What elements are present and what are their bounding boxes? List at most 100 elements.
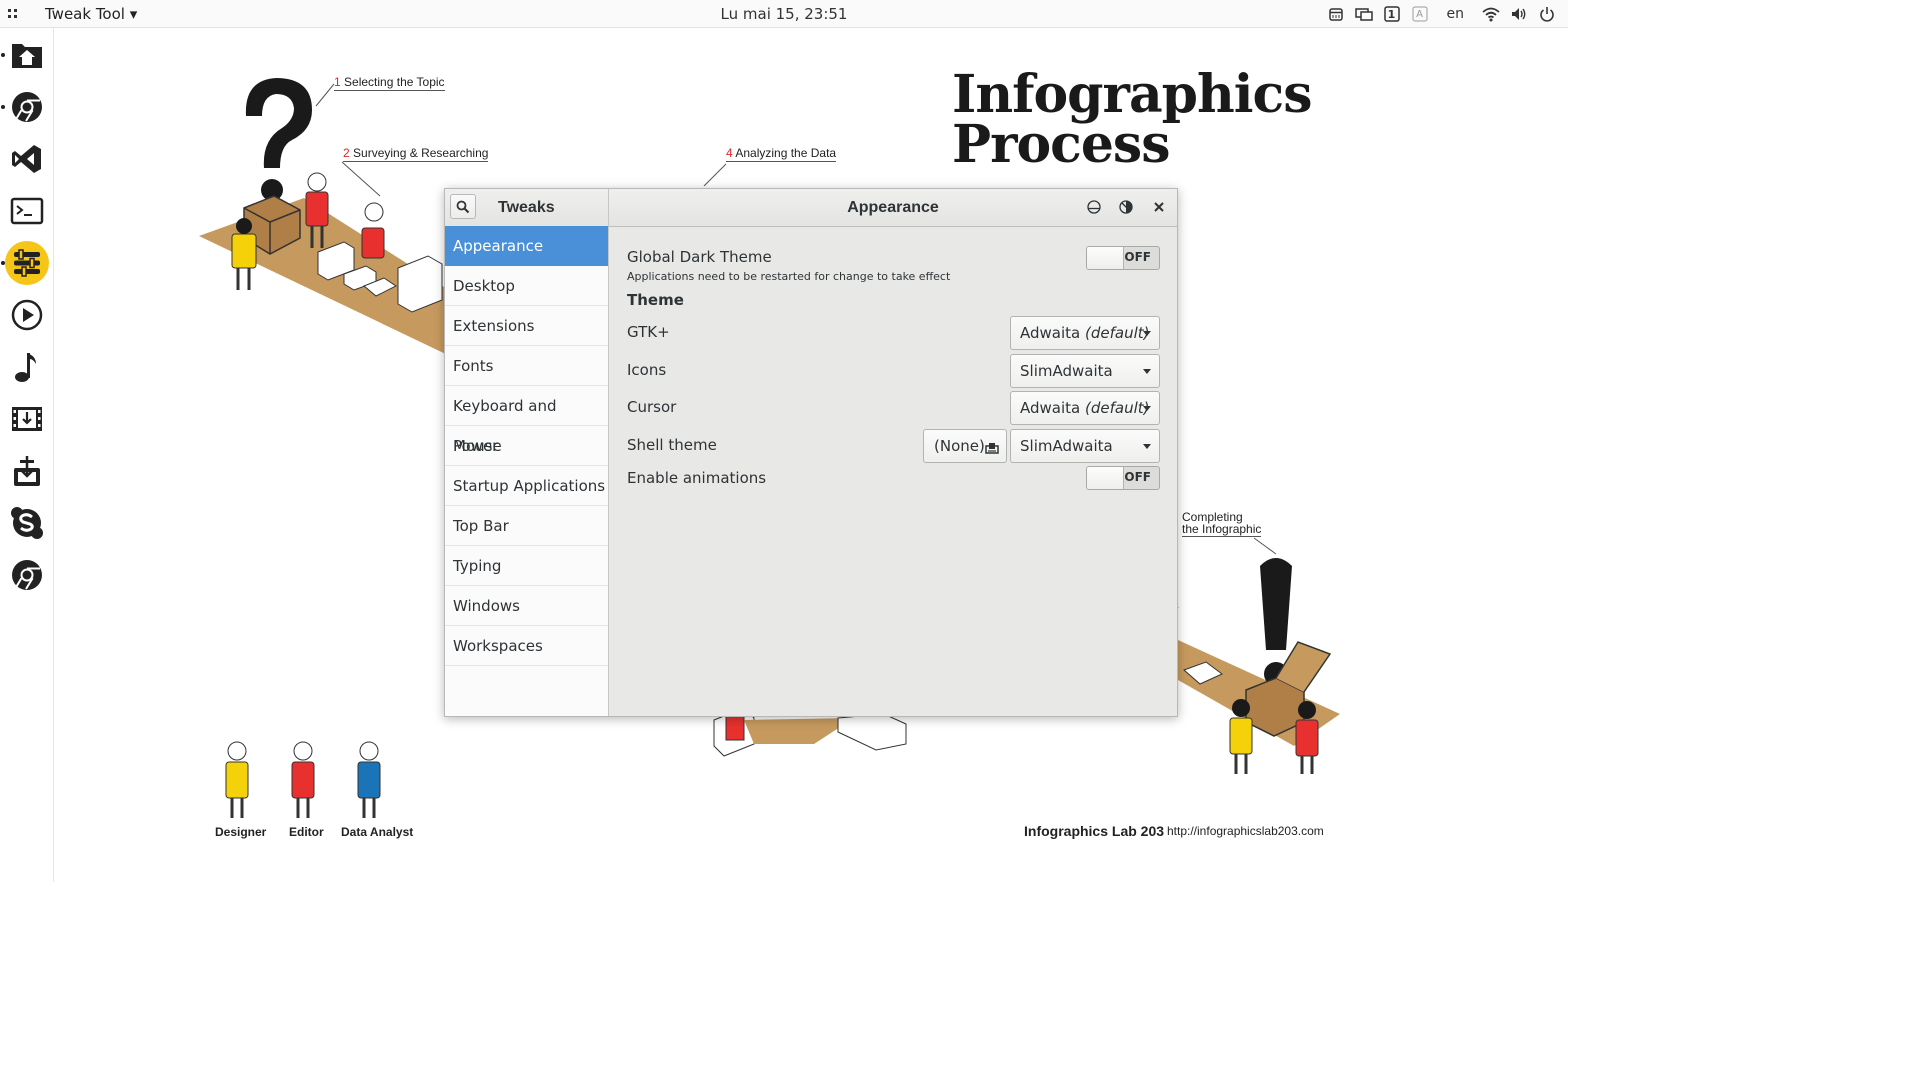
icons-theme-value: SlimAdwaita	[1020, 362, 1113, 380]
sidebar-item-fonts[interactable]: Fonts	[445, 346, 608, 386]
archive-installer-icon[interactable]	[5, 449, 49, 493]
top-bar: Tweak Tool ▾ Lu mai 15, 23:51 1 A en	[0, 0, 1568, 28]
volume-icon[interactable]	[1510, 5, 1528, 23]
switch-state: OFF	[1124, 250, 1151, 264]
close-icon	[1154, 202, 1164, 212]
step-4-number: 4	[726, 146, 733, 160]
page-title: Appearance	[847, 199, 939, 216]
legend-designer: Designer	[215, 825, 267, 839]
open-file-icon	[985, 443, 999, 454]
sidebar-item-typing[interactable]: Typing	[445, 546, 608, 586]
cursor-theme-label: Cursor	[627, 398, 677, 416]
step-4-text: Analyzing the Data	[735, 146, 837, 160]
enable-animations-label: Enable animations	[627, 469, 767, 487]
workspace-indicator-icon[interactable]: 1	[1383, 5, 1401, 23]
legend-data-analyst: Data Analyst	[341, 825, 414, 839]
sidebar-item-keyboard-and-mouse[interactable]: Keyboard and Mouse	[445, 386, 608, 455]
sidebar-item-desktop[interactable]: Desktop	[445, 266, 608, 306]
sidebar-item-top-bar[interactable]: Top Bar	[445, 506, 608, 546]
sidebar-item-workspaces[interactable]: Workspaces	[445, 626, 608, 666]
shell-theme-file-button[interactable]: (None)	[923, 429, 1007, 463]
dock	[0, 28, 54, 882]
step-2-number: 2	[343, 146, 350, 160]
shell-theme-value: SlimAdwaita	[1020, 437, 1113, 455]
step-2-text: Surveying & Researching	[353, 146, 489, 160]
icons-theme-dropdown[interactable]: SlimAdwaita	[1010, 354, 1160, 388]
icons-theme-label: Icons	[627, 361, 667, 379]
switch-knob	[1087, 247, 1124, 269]
sidebar-title: Tweaks	[498, 199, 555, 216]
keyboard-layout-icon[interactable]: A	[1411, 5, 1429, 23]
visual-studio-code-icon[interactable]	[5, 137, 49, 181]
question-mark-icon	[245, 78, 312, 168]
chevron-down-icon	[1143, 406, 1151, 411]
step-4-label: 4 Analyzing the Data	[726, 146, 837, 162]
cursor-theme-default-tag: (default)	[1085, 399, 1150, 417]
sidebar-item-appearance[interactable]: Appearance	[445, 226, 608, 266]
wallpaper-title: Infographics Process	[952, 64, 1312, 175]
step-1-number: 1	[334, 75, 341, 89]
step-last-line2: the Infographic	[1182, 522, 1262, 536]
step-last-label: Completing the Infographic	[1182, 511, 1262, 537]
tweak-tool-icon[interactable]	[5, 241, 49, 285]
sidebar-item-windows[interactable]: Windows	[445, 586, 608, 626]
chevron-down-icon	[1143, 444, 1151, 449]
video-downloader-icon[interactable]	[5, 397, 49, 441]
gtk-theme-label: GTK+	[627, 323, 670, 341]
keyboard-layout-letter: A	[1416, 8, 1423, 20]
shell-theme-dropdown[interactable]: SlimAdwaita	[1010, 429, 1160, 463]
app-menu[interactable]: Tweak Tool ▾	[45, 5, 137, 23]
chromium-icon[interactable]	[5, 553, 49, 597]
calendar-icon[interactable]	[1327, 5, 1345, 23]
terminal-icon[interactable]	[5, 189, 49, 233]
home-folder-icon[interactable]	[5, 33, 49, 77]
wallpaper-title-line2: Process	[952, 114, 1170, 175]
clock[interactable]: Lu mai 15, 23:51	[721, 5, 848, 23]
wallpaper-title-line1: Infographics	[952, 64, 1312, 125]
chevron-down-icon	[1143, 331, 1151, 336]
footer-lab-name: Infographics Lab 203	[1024, 823, 1165, 839]
minimize-button[interactable]	[1085, 198, 1103, 216]
gtk-theme-default-tag: (default)	[1085, 324, 1150, 342]
sidebar: Appearance Desktop Extensions Fonts Keyb…	[445, 226, 609, 716]
power-icon[interactable]	[1538, 5, 1556, 23]
close-button[interactable]	[1150, 198, 1168, 216]
cursor-theme-value: Adwaita	[1020, 399, 1081, 417]
sidebar-item-startup-applications[interactable]: Startup Applications	[445, 466, 608, 506]
global-dark-theme-note: Applications need to be restarted for ch…	[627, 270, 951, 283]
language-indicator[interactable]: en	[1439, 5, 1473, 23]
switch-knob	[1087, 467, 1124, 489]
shell-theme-label: Shell theme	[627, 436, 717, 454]
media-player-icon[interactable]	[5, 293, 49, 337]
step-1-text: Selecting the Topic	[344, 75, 445, 89]
wifi-icon[interactable]	[1482, 5, 1500, 23]
step-2-label: 2 Surveying & Researching	[343, 146, 489, 162]
global-dark-theme-switch[interactable]: OFF	[1086, 246, 1160, 270]
exclamation-mark-icon	[1260, 558, 1292, 650]
chrome-icon[interactable]	[5, 85, 49, 129]
legend-editor: Editor	[289, 825, 324, 839]
gtk-theme-dropdown[interactable]: Adwaita (default)	[1010, 316, 1160, 350]
screen-icon[interactable]	[1354, 5, 1373, 23]
sidebar-item-extensions[interactable]: Extensions	[445, 306, 608, 346]
sidebar-item-power[interactable]: Power	[445, 426, 608, 466]
music-icon[interactable]	[5, 345, 49, 389]
appearance-panel: Global Dark Theme Applications need to b…	[609, 226, 1177, 716]
switch-state: OFF	[1124, 470, 1151, 484]
tweaks-window: Tweaks Appearance Appearance Desktop Ext…	[444, 188, 1178, 717]
workspace-number: 1	[1387, 7, 1396, 21]
chevron-down-icon	[1143, 369, 1151, 374]
header-bar: Tweaks Appearance	[445, 189, 1177, 227]
global-dark-theme-label: Global Dark Theme	[627, 248, 772, 266]
maximize-button[interactable]	[1117, 198, 1135, 216]
activities-grid-icon[interactable]	[7, 8, 19, 20]
system-tray: 1 A en	[1327, 4, 1557, 24]
search-button[interactable]	[450, 194, 476, 219]
cursor-theme-dropdown[interactable]: Adwaita (default)	[1010, 391, 1160, 425]
search-icon	[456, 200, 470, 213]
skype-icon[interactable]	[5, 501, 49, 545]
footer-url: http://infographicslab203.com	[1167, 824, 1324, 838]
enable-animations-switch[interactable]: OFF	[1086, 466, 1160, 490]
maximize-icon	[1119, 200, 1133, 214]
shell-theme-file-value: (None)	[934, 437, 985, 455]
